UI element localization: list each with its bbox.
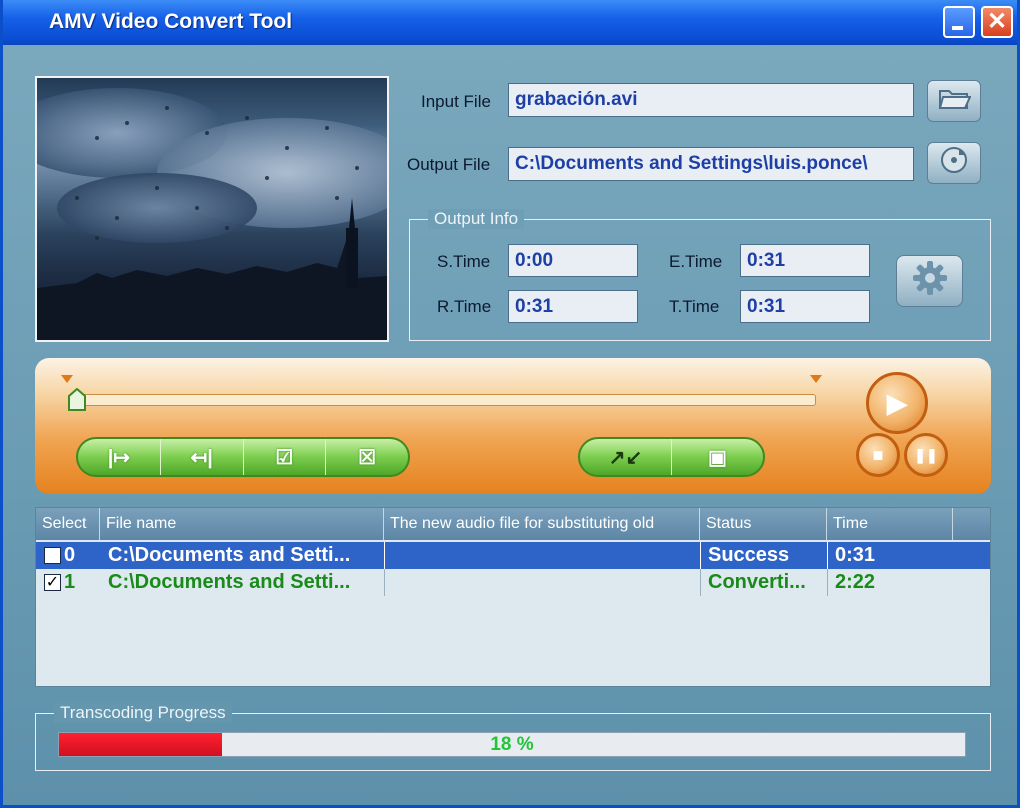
pause-icon: ❚❚ bbox=[914, 446, 938, 463]
settings-button[interactable] bbox=[896, 255, 963, 307]
set-end-icon: ↤| bbox=[190, 446, 213, 469]
client-area: Input File grabación.avi Output File C:\… bbox=[3, 45, 1017, 805]
set-end-button[interactable]: ↤| bbox=[161, 439, 244, 475]
save-disc-icon bbox=[939, 145, 969, 182]
minimize-icon bbox=[952, 26, 963, 30]
column-header-audio-file[interactable]: The new audio file for substituting old bbox=[384, 508, 700, 540]
set-start-button[interactable]: |↦ bbox=[78, 439, 161, 475]
uncheck-all-button[interactable]: ☒ bbox=[326, 439, 408, 475]
input-file-field[interactable]: grabación.avi bbox=[508, 83, 914, 117]
input-file-label: Input File bbox=[421, 92, 491, 111]
convert-icon: ↗↙ bbox=[608, 446, 643, 469]
start-marker-icon[interactable] bbox=[61, 375, 73, 383]
pause-button[interactable]: ❚❚ bbox=[904, 433, 948, 477]
edit-button-group: |↦ ↤| ☑ ☒ bbox=[76, 437, 410, 477]
row-audio-file bbox=[384, 569, 700, 596]
stop-button[interactable]: ■ bbox=[856, 433, 900, 477]
end-marker-icon[interactable] bbox=[810, 375, 822, 383]
slider-thumb[interactable] bbox=[67, 387, 87, 412]
row-checkbox[interactable] bbox=[44, 547, 61, 564]
output-file-label: Output File bbox=[407, 155, 491, 174]
row-status: Converti... bbox=[708, 571, 806, 593]
file-list-header: Select File name The new audio file for … bbox=[36, 508, 990, 540]
file-list[interactable]: Select File name The new audio file for … bbox=[35, 507, 991, 687]
table-row[interactable]: 0 C:\Documents and Setti... Success 0:31 bbox=[36, 542, 990, 569]
check-all-button[interactable]: ☑ bbox=[244, 439, 327, 475]
convert-button-group: ↗↙ ▣ bbox=[578, 437, 765, 477]
set-start-icon: |↦ bbox=[107, 446, 131, 469]
transcoding-progress-title: Transcoding Progress bbox=[54, 703, 232, 723]
close-icon: ✕ bbox=[986, 8, 1008, 35]
progress-percent: 18 % bbox=[490, 734, 534, 755]
total-time-label: T.Time bbox=[669, 297, 720, 316]
row-index: 1 bbox=[64, 571, 76, 593]
convert-button[interactable]: ↗↙ bbox=[580, 439, 672, 475]
transcoding-progress-group: Transcoding Progress 18 % bbox=[35, 703, 991, 771]
skyline-illustration bbox=[37, 106, 387, 340]
row-file-name: C:\Documents and Setti... bbox=[108, 544, 351, 566]
stop-convert-button[interactable]: ▣ bbox=[672, 439, 763, 475]
start-time-field[interactable]: 0:00 bbox=[508, 244, 638, 277]
row-file-name: C:\Documents and Setti... bbox=[108, 571, 351, 593]
column-header-status[interactable]: Status bbox=[700, 508, 827, 540]
start-time-label: S.Time bbox=[437, 252, 491, 271]
stop-convert-icon: ▣ bbox=[708, 446, 727, 469]
window-title: AMV Video Convert Tool bbox=[49, 10, 293, 33]
save-file-button[interactable] bbox=[927, 142, 981, 184]
row-audio-file bbox=[384, 542, 700, 569]
total-time-field[interactable]: 0:31 bbox=[740, 290, 870, 323]
row-checkbox[interactable]: ✓ bbox=[44, 574, 61, 591]
output-info-title: Output Info bbox=[428, 209, 525, 229]
column-header-select[interactable]: Select bbox=[36, 508, 100, 540]
column-header-file-name[interactable]: File name bbox=[100, 508, 384, 540]
end-time-label: E.Time bbox=[669, 252, 723, 271]
title-bar[interactable]: AMV Video Convert Tool ✕ bbox=[3, 0, 1017, 45]
gear-icon bbox=[910, 258, 950, 305]
check-all-icon: ☑ bbox=[275, 446, 294, 469]
column-header-time[interactable]: Time bbox=[827, 508, 953, 540]
transcoding-progress-bar: 18 % bbox=[58, 732, 966, 757]
play-icon: ▶ bbox=[887, 387, 907, 418]
video-preview bbox=[35, 76, 389, 342]
open-file-button[interactable] bbox=[927, 80, 981, 122]
close-button[interactable]: ✕ bbox=[981, 6, 1013, 38]
main-window: AMV Video Convert Tool ✕ Input File grab… bbox=[0, 0, 1020, 808]
open-folder-icon bbox=[937, 85, 972, 118]
row-time: 0:31 bbox=[835, 544, 876, 566]
uncheck-all-icon: ☒ bbox=[358, 446, 377, 469]
output-file-field[interactable]: C:\Documents and Settings\luis.ponce\ bbox=[508, 147, 914, 181]
range-time-field[interactable]: 0:31 bbox=[508, 290, 638, 323]
row-status: Success bbox=[708, 544, 790, 566]
timeline-slider[interactable] bbox=[79, 394, 816, 406]
play-button[interactable]: ▶ bbox=[866, 372, 928, 434]
row-index: 0 bbox=[64, 544, 76, 566]
row-time: 2:22 bbox=[835, 571, 876, 593]
range-time-label: R.Time bbox=[437, 297, 492, 316]
stop-icon: ■ bbox=[872, 444, 884, 465]
table-row[interactable]: ✓ 1 C:\Documents and Setti... Converti..… bbox=[36, 569, 990, 596]
minimize-button[interactable] bbox=[943, 6, 975, 38]
end-time-field[interactable]: 0:31 bbox=[740, 244, 870, 277]
playback-control-panel: |↦ ↤| ☑ ☒ ↗↙ ▣ ▶ ■ ❚❚ bbox=[35, 358, 991, 494]
